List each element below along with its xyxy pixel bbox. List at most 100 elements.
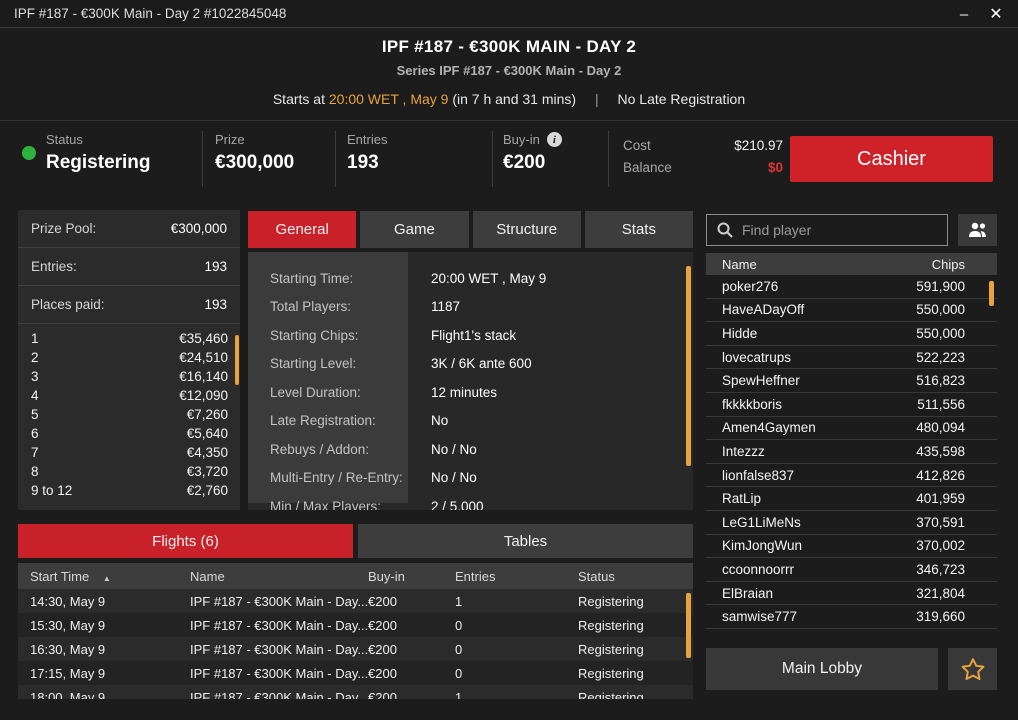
start-time-header-label: Start Time (30, 569, 89, 584)
entries-section: Entries 193 (347, 132, 387, 174)
player-name: Hidde (722, 326, 757, 341)
general-label: Min / Max Players: (248, 499, 408, 510)
player-row[interactable]: ElBraian 321,804 (706, 582, 997, 606)
player-row[interactable]: SpewHeffner 516,823 (706, 369, 997, 393)
payout-amount: €2,760 (187, 483, 228, 498)
tab-structure[interactable]: Structure (473, 211, 581, 248)
buyin-column-header[interactable]: Buy-in (368, 569, 455, 584)
general-row: Starting Time: 20:00 WET , May 9 (248, 264, 693, 293)
name-column-header[interactable]: Name (190, 569, 368, 584)
tab-general[interactable]: General (248, 211, 356, 248)
player-row[interactable]: ccoonnoorrr 346,723 (706, 558, 997, 582)
general-row: Level Duration: 12 minutes (248, 378, 693, 407)
status-column-header[interactable]: Status (578, 569, 693, 584)
general-scrollbar-thumb[interactable] (686, 266, 691, 466)
favorite-star-button[interactable] (948, 648, 997, 690)
payout-row: 1 €35,460 (18, 329, 240, 348)
close-button[interactable]: ✕ (980, 0, 1012, 28)
prize-summary-rows: Prize Pool: €300,000 Entries: 193 Places… (18, 210, 240, 324)
main-lobby-button[interactable]: Main Lobby (706, 648, 938, 690)
player-chips: 522,223 (916, 350, 965, 365)
tab-tables[interactable]: Tables (358, 524, 693, 558)
player-row[interactable]: KimJongWun 370,002 (706, 535, 997, 559)
player-row[interactable]: fkkkkboris 511,556 (706, 393, 997, 417)
player-search-row (706, 212, 997, 248)
general-label: Rebuys / Addon: (248, 442, 408, 457)
tab-stats[interactable]: Stats (585, 211, 693, 248)
payout-amount: €35,460 (179, 331, 228, 346)
flight-status: Registering (578, 690, 693, 700)
cashier-button[interactable]: Cashier (790, 136, 993, 182)
player-row[interactable]: HaveADayOff 550,000 (706, 299, 997, 323)
general-label: Multi-Entry / Re-Entry: (248, 470, 408, 485)
start-info-line: Starts at 20:00 WET , May 9 (in 7 h and … (0, 91, 1018, 107)
search-input[interactable] (742, 222, 947, 238)
player-chips: 435,598 (916, 444, 965, 459)
players-icon (967, 222, 989, 238)
tab-flights[interactable]: Flights (6) (18, 524, 353, 558)
summary-label: Prize Pool: (31, 221, 96, 236)
player-row[interactable]: LeG1LiMeNs 370,591 (706, 511, 997, 535)
sort-ascending-icon: ▲ (103, 574, 111, 583)
player-chips: 480,094 (916, 420, 965, 435)
buyin-label: Buy-in (503, 132, 540, 147)
player-row[interactable]: samwise777 319,660 (706, 605, 997, 629)
cost-label: Cost (623, 138, 651, 153)
players-list-button[interactable] (958, 214, 997, 246)
player-name: RatLip (722, 491, 761, 506)
payout-row: 4 €12,090 (18, 386, 240, 405)
payout-amount: €24,510 (179, 350, 228, 365)
flight-row[interactable]: 16:30, May 9 IPF #187 - €300K Main - Day… (18, 637, 693, 661)
player-row[interactable]: RatLip 401,959 (706, 487, 997, 511)
player-row[interactable]: poker276 591,900 (706, 275, 997, 299)
general-label: Late Registration: (248, 413, 408, 428)
general-label: Total Players: (248, 299, 408, 314)
cost-balance-section: Cost $210.97 Balance $0 (623, 134, 783, 178)
flight-row[interactable]: 17:15, May 9 IPF #187 - €300K Main - Day… (18, 661, 693, 685)
star-icon (960, 657, 986, 682)
entries-column-header[interactable]: Entries (455, 569, 578, 584)
player-row[interactable]: lovecatrups 522,223 (706, 346, 997, 370)
payout-place: 9 to 12 (31, 483, 72, 498)
flight-buyin: €200 (368, 690, 455, 700)
flight-row[interactable]: 14:30, May 9 IPF #187 - €300K Main - Day… (18, 589, 693, 613)
player-row[interactable]: Amen4Gaymen 480,094 (706, 417, 997, 441)
prize-section: Prize €300,000 (215, 132, 294, 174)
player-chips: 412,826 (916, 468, 965, 483)
payout-place: 3 (31, 369, 39, 384)
search-box[interactable] (706, 214, 948, 246)
player-row[interactable]: Intezzz 435,598 (706, 440, 997, 464)
flight-name: IPF #187 - €300K Main - Day... (190, 642, 368, 657)
flight-name: IPF #187 - €300K Main - Day... (190, 690, 368, 700)
flight-buyin: €200 (368, 642, 455, 657)
player-name: poker276 (722, 279, 778, 294)
info-icon[interactable]: i (547, 132, 562, 147)
flight-row[interactable]: 18:00, May 9 IPF #187 - €300K Main - Day… (18, 685, 693, 699)
payout-row: 7 €4,350 (18, 443, 240, 462)
payout-amount: €3,720 (187, 464, 228, 479)
player-name: LeG1LiMeNs (722, 515, 801, 530)
general-row: Multi-Entry / Re-Entry: No / No (248, 464, 693, 493)
start-time-column-header[interactable]: Start Time ▲ (30, 569, 190, 584)
payout-row: 3 €16,140 (18, 367, 240, 386)
minimize-button[interactable]: – (948, 0, 980, 28)
prize-value: €300,000 (215, 152, 294, 174)
info-tabs: General Game Structure Stats (248, 211, 693, 248)
tab-game[interactable]: Game (360, 211, 468, 248)
flight-row[interactable]: 15:30, May 9 IPF #187 - €300K Main - Day… (18, 613, 693, 637)
start-time: 20:00 WET , May 9 (329, 91, 449, 107)
general-value: 3K / 6K ante 600 (408, 356, 532, 371)
flight-entries: 1 (455, 594, 578, 609)
player-chips: 511,556 (917, 397, 965, 412)
bottom-tabs: Flights (6) Tables (18, 524, 693, 558)
status-section: Status Registering (46, 132, 151, 174)
series-subtitle: Series IPF #187 - €300K Main - Day 2 (0, 63, 1018, 78)
player-row[interactable]: Hidde 550,000 (706, 322, 997, 346)
general-rows: Starting Time: 20:00 WET , May 9 Total P… (248, 252, 693, 510)
player-row[interactable]: lionfalse837 412,826 (706, 464, 997, 488)
flights-scrollbar-thumb[interactable] (686, 593, 691, 658)
flight-start-time: 16:30, May 9 (30, 642, 190, 657)
payout-scrollbar-thumb[interactable] (235, 335, 239, 385)
player-scrollbar-thumb[interactable] (989, 281, 994, 306)
buyin-value: €200 (503, 152, 562, 174)
